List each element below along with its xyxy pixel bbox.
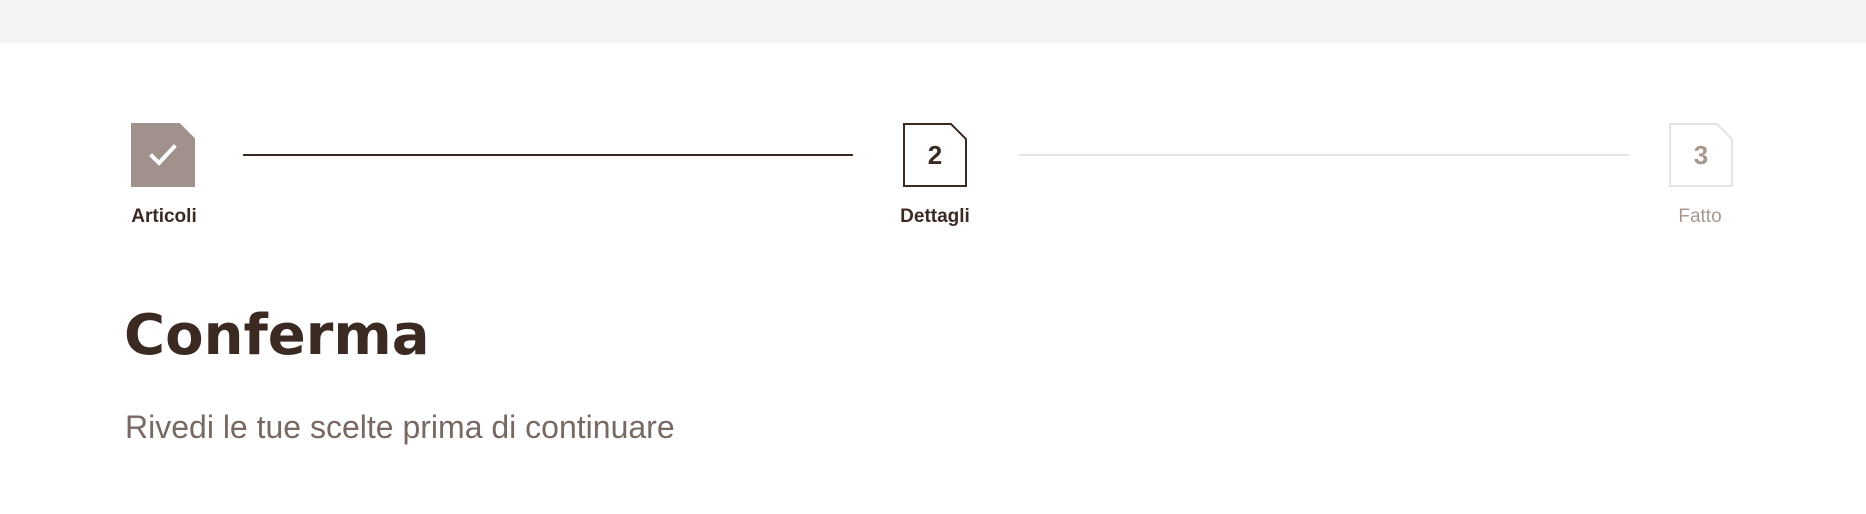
page-subtitle: Rivedi le tue scelte prima di continuare (125, 409, 675, 445)
step-1-box (131, 123, 195, 187)
step-2-number: 2 (927, 139, 943, 170)
step-connector-2 (1019, 154, 1629, 156)
step-label-articoli: Articoli (131, 206, 197, 227)
step-3-number: 3 (1693, 139, 1709, 170)
page-title: Conferma (124, 303, 430, 368)
step-label-dettagli: Dettagli (900, 206, 970, 227)
progress-stepper: Articoli 2 Dettagli 3 Fatto (0, 0, 1866, 240)
checkmark-icon (149, 143, 177, 167)
step-connector-1 (243, 154, 853, 156)
step-2-box: 2 (903, 123, 967, 187)
step-label-fatto: Fatto (1678, 206, 1722, 227)
step-3-box: 3 (1669, 123, 1733, 187)
